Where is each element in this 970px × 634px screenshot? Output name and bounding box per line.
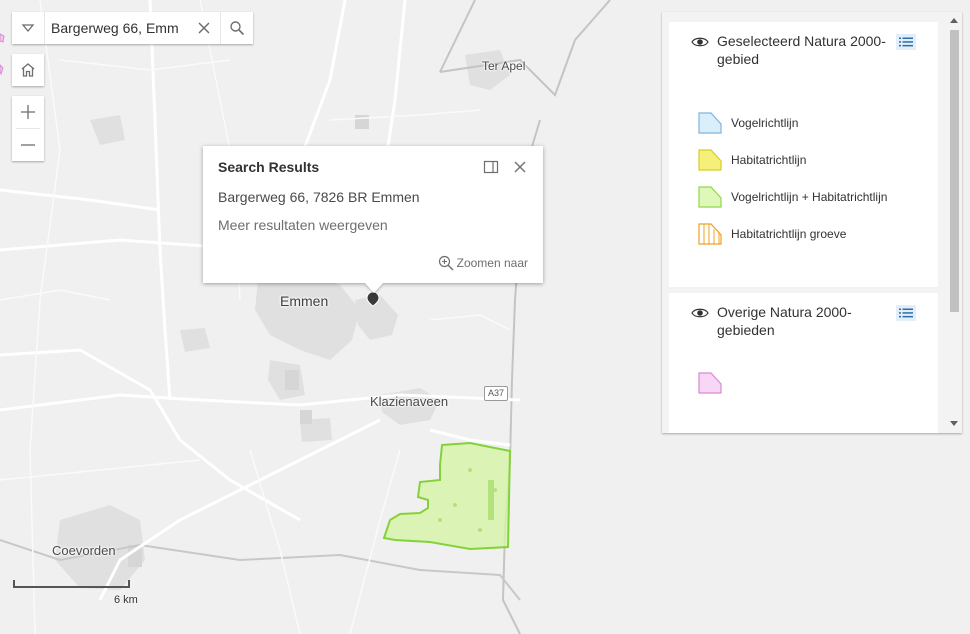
more-results-link[interactable]: Meer resultaten weergeven: [218, 217, 388, 233]
zoom-in-button[interactable]: [12, 96, 44, 128]
legend-item-label: Vogelrichtlijn: [731, 116, 799, 130]
legend-swatch-habitat-groeve: [698, 223, 722, 245]
eye-icon[interactable]: [691, 304, 709, 322]
search-results-popup: Search Results Bargerweg 66, 7826 BR Emm…: [203, 146, 543, 293]
legend-item-label: Vogelrichtlijn + Habitatrichtlijn: [731, 190, 888, 204]
legend-panel: Geselecteerd Natura 2000-gebied Vogelric…: [662, 12, 962, 433]
list-icon: [899, 308, 913, 318]
search-button[interactable]: [220, 12, 253, 44]
plus-icon: [21, 105, 35, 119]
place-label-coevorden: Coevorden: [52, 543, 116, 558]
legend-swatch-habitatrichtlijn: [698, 149, 722, 171]
scroll-down-arrow[interactable]: [950, 421, 958, 426]
legend-swatch-overige: [698, 372, 722, 394]
legend-item-label: Habitatrichtlijn groeve: [731, 227, 847, 241]
scale-bar: [13, 580, 130, 588]
zoom-control: [12, 96, 44, 161]
popup-title: Search Results: [218, 159, 320, 175]
legend-item-label: Habitatrichtlijn: [731, 153, 807, 167]
legend-item: Habitatrichtlijn groeve: [697, 221, 846, 247]
legend-scrollbar[interactable]: [946, 12, 962, 433]
zoom-to-button[interactable]: Zoomen naar: [438, 255, 528, 271]
close-icon: [198, 22, 210, 34]
legend-layer-title: Geselecteerd Natura 2000-gebied: [717, 33, 886, 67]
layer-options-button[interactable]: [896, 305, 916, 321]
home-button[interactable]: [12, 54, 44, 86]
place-label-emmen: Emmen: [280, 293, 329, 309]
home-icon: [21, 63, 35, 77]
search-source-dropdown[interactable]: [12, 12, 44, 44]
place-label-klazienaveen: Klazienaveen: [370, 394, 449, 409]
legend-swatch-vogelrichtlijn: [698, 112, 722, 134]
place-label-ter-apel: Ter Apel: [482, 59, 526, 73]
scale-bar-label: 6 km: [114, 594, 138, 606]
dock-icon: [483, 160, 499, 174]
result-address: Bargerweg 66, 7826 BR Emmen: [218, 189, 420, 205]
close-icon: [514, 161, 526, 173]
zoom-in-magnifier-icon: [438, 255, 454, 271]
legend-item: [697, 370, 731, 396]
search-icon: [230, 21, 245, 36]
legend-item: Vogelrichtlijn + Habitatrichtlijn: [697, 184, 887, 210]
zoom-to-label: Zoomen naar: [456, 256, 528, 270]
chevron-down-icon: [21, 24, 35, 33]
search-input[interactable]: [44, 12, 188, 44]
legend-layer-card: Overige Natura 2000-gebieden: [669, 293, 938, 433]
clear-search-button[interactable]: [188, 12, 220, 44]
legend-item: Habitatrichtlijn: [697, 147, 806, 173]
dock-popup-button[interactable]: [480, 156, 502, 178]
scroll-thumb[interactable]: [950, 30, 959, 312]
legend-item: Vogelrichtlijn: [697, 110, 798, 136]
eye-icon[interactable]: [691, 33, 709, 51]
popup-pointer: [365, 283, 383, 293]
scroll-up-arrow[interactable]: [950, 18, 958, 23]
map-view[interactable]: Ter Apel Emmen Klazienaveen Coevorden A3…: [0, 0, 970, 634]
legend-swatch-vogel-habitat: [698, 186, 722, 208]
home-control: [12, 54, 44, 86]
legend-layer-card: Geselecteerd Natura 2000-gebied Vogelric…: [669, 22, 938, 287]
minus-icon: [21, 144, 35, 146]
zoom-out-button[interactable]: [12, 129, 44, 161]
search-widget: [12, 12, 253, 44]
road-shield-a37: A37: [484, 386, 509, 401]
close-popup-button[interactable]: [509, 156, 531, 178]
layer-options-button[interactable]: [896, 34, 916, 50]
legend-layer-title: Overige Natura 2000-gebieden: [717, 304, 852, 338]
list-icon: [899, 37, 913, 47]
